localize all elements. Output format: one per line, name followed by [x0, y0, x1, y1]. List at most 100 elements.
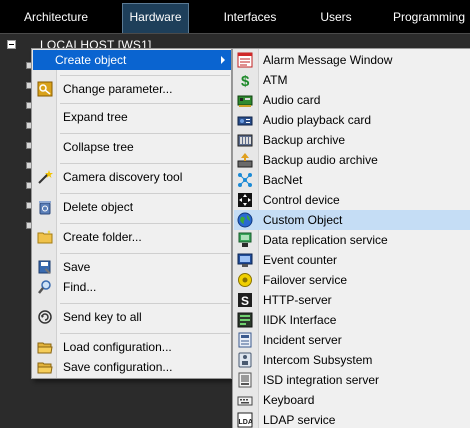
main-tab-bar: Architecture Hardware Interfaces Users P… [0, 0, 470, 34]
submenu-item-label: IIDK Interface [263, 313, 337, 327]
menu-item-label: Find... [63, 280, 97, 294]
menu-item-label: Send key to all [63, 310, 142, 324]
submenu-item-atm[interactable]: $ ATM [234, 70, 470, 90]
control-device-icon [237, 192, 253, 208]
submenu-item-backup-archive[interactable]: Backup archive [234, 130, 470, 150]
submenu-item-bacnet[interactable]: BacNet [234, 170, 470, 190]
tab-programming[interactable]: Programming [388, 0, 470, 34]
menu-separator [60, 333, 230, 334]
send-key-icon [37, 309, 53, 325]
menu-separator [60, 133, 230, 134]
submenu-arrow-icon [221, 56, 225, 64]
menu-item-label: Collapse tree [63, 140, 134, 154]
submenu-item-label: Keyboard [263, 393, 315, 407]
menu-item-load-configuration[interactable]: Load configuration... [33, 337, 231, 357]
submenu-item-data-replication-service[interactable]: Data replication service [234, 230, 470, 250]
submenu-item-label: Alarm Message Window [263, 53, 393, 67]
submenu-item-audio-playback-card[interactable]: Audio playback card [234, 110, 470, 130]
bacnet-icon [237, 172, 253, 188]
audio-playback-icon [237, 112, 253, 128]
submenu-item-isd-integration-server[interactable]: ISD integration server [234, 370, 470, 390]
submenu-item-failover-service[interactable]: Failover service [234, 270, 470, 290]
menu-item-label: Camera discovery tool [63, 170, 183, 184]
folder-icon [37, 229, 53, 245]
submenu-item-backup-audio-archive[interactable]: Backup audio archive [234, 150, 470, 170]
menu-separator [60, 223, 230, 224]
submenu-item-incident-server[interactable]: Incident server [234, 330, 470, 350]
menu-item-save[interactable]: Save [33, 257, 231, 277]
menu-item-label: Save configuration... [63, 360, 173, 374]
submenu-item-label: Audio card [263, 93, 321, 107]
menu-item-label: Save [63, 260, 91, 274]
submenu-item-iidk-interface[interactable]: IIDK Interface [234, 310, 470, 330]
svg-text:$: $ [241, 73, 250, 88]
http-server-icon: S [237, 292, 253, 308]
menu-item-save-configuration[interactable]: Save configuration... [33, 357, 231, 377]
submenu-item-keyboard[interactable]: Keyboard [234, 390, 470, 410]
audio-card-icon [237, 92, 253, 108]
menu-item-create-folder[interactable]: Create folder... [33, 227, 231, 247]
menu-item-label: Load configuration... [63, 340, 172, 354]
context-menu: Create object Change parameter... Expand… [31, 48, 232, 379]
key-icon [37, 81, 53, 97]
submenu-item-audio-card[interactable]: Audio card [234, 90, 470, 110]
menu-item-send-key-to-all[interactable]: Send key to all [33, 307, 231, 327]
menu-item-change-parameter[interactable]: Change parameter... [33, 79, 231, 99]
svg-text:LDA: LDA [239, 419, 253, 426]
tab-users[interactable]: Users [308, 0, 364, 34]
menu-item-label: Create folder... [63, 230, 142, 244]
submenu-item-label: ISD integration server [263, 373, 380, 387]
tree-collapse-toggle[interactable] [7, 40, 16, 49]
iidk-icon [237, 312, 253, 328]
menu-item-camera-discovery-tool[interactable]: Camera discovery tool [33, 167, 231, 187]
tab-interfaces[interactable]: Interfaces [214, 0, 286, 34]
backup-archive-icon [237, 132, 253, 148]
recycle-bin-icon [37, 199, 53, 215]
ldap-icon: LDA [237, 412, 253, 428]
submenu-item-label: Backup archive [263, 133, 346, 147]
tab-hardware[interactable]: Hardware [122, 3, 189, 34]
submenu-item-label: Control device [263, 193, 340, 207]
menu-separator [60, 193, 230, 194]
menu-separator [60, 163, 230, 164]
menu-separator [60, 253, 230, 254]
menu-item-collapse-tree[interactable]: Collapse tree [33, 137, 231, 157]
menu-item-expand-tree[interactable]: Expand tree [33, 107, 231, 127]
folder-save-icon [37, 359, 53, 375]
menu-separator [60, 103, 230, 104]
save-icon [37, 259, 53, 275]
submenu-item-intercom-subsystem[interactable]: Intercom Subsystem [234, 350, 470, 370]
keyboard-icon [237, 392, 253, 408]
submenu-item-label: Incident server [263, 333, 342, 347]
submenu-item-label: Data replication service [263, 233, 388, 247]
submenu-item-alarm-message-window[interactable]: Alarm Message Window [234, 50, 470, 70]
submenu-item-http-server[interactable]: S HTTP-server [234, 290, 470, 310]
submenu-item-label: HTTP-server [263, 293, 332, 307]
menu-item-find[interactable]: Find... [33, 277, 231, 297]
magnifier-icon [37, 279, 53, 295]
submenu-item-control-device[interactable]: Control device [234, 190, 470, 210]
tab-architecture[interactable]: Architecture [6, 0, 106, 34]
submenu-item-label: Backup audio archive [263, 153, 378, 167]
submenu-item-label: Intercom Subsystem [263, 353, 373, 367]
folder-open-icon [37, 339, 53, 355]
submenu-item-custom-object[interactable]: Custom Object [234, 210, 470, 230]
event-counter-icon [237, 252, 253, 268]
submenu-item-label: LDAP service [263, 413, 336, 427]
dollar-icon: $ [237, 72, 253, 90]
alarm-window-icon [237, 52, 253, 68]
svg-text:S: S [241, 294, 249, 308]
menu-item-label: Delete object [63, 200, 134, 214]
intercom-icon [237, 352, 253, 368]
submenu-item-ldap-service[interactable]: LDA LDAP service [234, 410, 470, 428]
failover-icon [237, 272, 253, 288]
menu-item-delete-object[interactable]: Delete object [33, 197, 231, 217]
menu-item-create-object[interactable]: Create object [33, 50, 231, 70]
create-object-submenu: Alarm Message Window $ ATM Audio card Au… [232, 48, 470, 428]
submenu-item-label: BacNet [263, 173, 303, 187]
submenu-item-event-counter[interactable]: Event counter [234, 250, 470, 270]
menu-item-label: Expand tree [63, 110, 128, 124]
submenu-item-label: Custom Object [263, 213, 343, 227]
submenu-item-label: ATM [263, 73, 288, 87]
incident-server-icon [237, 332, 253, 348]
